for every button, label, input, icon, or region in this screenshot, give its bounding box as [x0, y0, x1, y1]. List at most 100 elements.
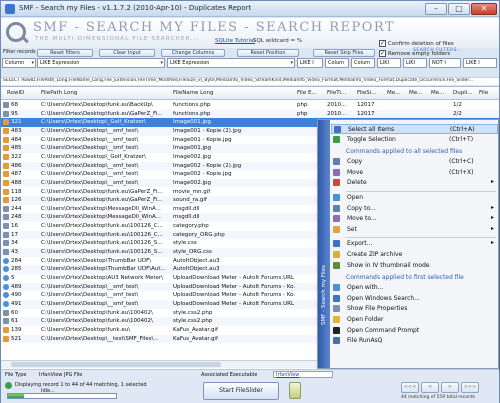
cell-rowid: 126 — [11, 197, 22, 204]
context-menu-side-text: SMF - Search my Files — [321, 265, 327, 325]
menu-item-open-command-prompt[interactable]: Open Command Prompt — [331, 326, 498, 336]
move-to-icon — [333, 215, 340, 223]
associated-executable-field[interactable]: IrfanView — [273, 371, 333, 378]
file-type-value: IrfanView JPG File — [39, 372, 83, 378]
menu-item-open-windows-search[interactable]: Open Windows Search... — [331, 294, 498, 304]
reset-filters-button[interactable]: Reset filters — [37, 49, 93, 57]
menu-item-label: Set — [347, 225, 357, 233]
menu-item-label: Copy — [347, 158, 363, 166]
url-file-icon — [3, 266, 9, 273]
clear-input-button[interactable]: Clear Input — [99, 49, 155, 57]
reset-skip-files-button[interactable]: Reset Skip Files — [313, 49, 375, 57]
menu-item-export[interactable]: Export... ▸ — [331, 239, 498, 249]
like-expression-dropdown-2[interactable]: LIKE Expression ▾ — [167, 58, 295, 68]
previous-page-button[interactable]: < — [421, 382, 439, 393]
menu-item-set[interactable]: Set ▸ — [331, 225, 498, 235]
column-dropdown[interactable]: Column ▾ — [2, 58, 36, 68]
like-dropdown-7[interactable]: LIKI — [403, 58, 427, 68]
chevron-down-icon: ▾ — [290, 60, 293, 66]
cell-filename: Image001 - Kopie (2).jpg — [173, 127, 242, 134]
start-fileslider-button[interactable]: Start FileSlider — [203, 382, 279, 400]
column-header-filesize[interactable]: FileSi... — [357, 90, 385, 96]
menu-item-label: Toggle Selection — [347, 135, 396, 143]
menu-item-move-to[interactable]: Move to... ▸ — [331, 214, 498, 224]
not-like-dropdown[interactable]: NOT I — [429, 58, 461, 68]
menu-item-label: File RunAsQ — [347, 337, 383, 345]
last-page-button[interactable]: >>> — [461, 382, 479, 393]
reset-position-button[interactable]: Reset Position — [237, 49, 299, 57]
menu-item-open-folder[interactable]: Open Folder — [331, 315, 498, 325]
cell-rowid: 484 — [11, 136, 22, 143]
horizontal-scrollbar-thumb[interactable] — [11, 362, 221, 367]
cell-rowid: 244 — [11, 205, 22, 212]
column-header-rowid[interactable]: RowID — [7, 90, 35, 96]
maximize-button[interactable]: □ — [448, 3, 470, 15]
cell-rowid: 321 — [11, 119, 22, 126]
minimize-button[interactable]: – — [425, 3, 447, 15]
menu-item-copy[interactable]: Copy (Ctrl+C) — [331, 157, 498, 167]
column-header-media-2[interactable]: Me... — [409, 90, 429, 96]
url-file-icon — [3, 257, 9, 264]
menu-item-delete[interactable]: Delete ▸ — [331, 178, 498, 188]
menu-item-show-file-properties[interactable]: Show File Properties — [331, 304, 498, 314]
column-header-filename[interactable]: FileName Long — [173, 90, 293, 96]
column-header-media-3[interactable]: Me... — [431, 90, 451, 96]
chevron-down-icon: ▾ — [31, 60, 34, 66]
column-header-duplicate[interactable]: Dupli... — [453, 90, 477, 96]
menu-item-create-zip-archive[interactable]: Create ZIP archive — [331, 250, 498, 260]
image-file-icon — [3, 136, 9, 143]
cell-filepath: C:\Users\Ortex\Desktop\__smf_test\ — [41, 171, 139, 178]
menu-item-move[interactable]: Move (Ctrl+X) — [331, 168, 498, 178]
table-row[interactable]: 95 C:\Users\Ortex\Desktop\funk.eu\GaPerZ_… — [1, 109, 499, 119]
cell-filepath: C:\Users\Ortex\Desktop\funk.eu\GaPerZ_Fi… — [41, 188, 163, 195]
associated-executable-value[interactable]: IrfanView — [276, 372, 299, 378]
first-page-button[interactable]: <<< — [401, 382, 419, 393]
menu-item-select-all-items[interactable]: Select all Items (Ctrl+A) — [331, 124, 498, 134]
column-header-file[interactable]: File — [479, 90, 497, 96]
like-expression-value-2: LIKE Expression — [170, 60, 210, 66]
cell-rowid: 485 — [11, 145, 22, 152]
menu-item-show-in-iv-thumbnail-mode[interactable]: Show in IV thumbnail mode — [331, 261, 498, 271]
column-header-media-1[interactable]: Me... — [387, 90, 407, 96]
filter-dropdown-row: Column ▾ LIKE Expression ▾ LIKE Expression… — [1, 58, 499, 69]
like-dropdown-3[interactable]: LIKE I — [297, 58, 323, 68]
image-file-icon — [3, 153, 9, 160]
cell-filepath: C:\Users\Ortex\Desktop\funk.eu\BackUp\ — [41, 102, 153, 108]
column-dropdown-5[interactable]: Colum — [351, 58, 375, 68]
like-expression-dropdown-1[interactable]: LIKE Expression ▾ — [37, 58, 165, 68]
menu-item-open[interactable]: Open — [331, 193, 498, 203]
cell-rowid: 61 — [11, 318, 18, 325]
column-dropdown-value: Column — [5, 60, 25, 66]
like-dropdown-6[interactable]: LIKI — [377, 58, 401, 68]
change-columns-button[interactable]: Change Columns — [161, 49, 225, 57]
document-file-icon — [3, 318, 9, 325]
menu-item-label: Move — [347, 168, 364, 176]
close-button[interactable]: ✕ — [471, 3, 497, 15]
document-file-icon — [3, 240, 9, 247]
confirm-deletion-checkbox[interactable]: ✓ — [379, 40, 386, 47]
cell-filename: Image002.jpg — [173, 179, 211, 186]
menu-item-open-with[interactable]: Open with... — [331, 283, 498, 293]
cell-filename: KaFus_Avatar.gif — [173, 335, 218, 342]
filter-toolbar: Filter records Reset filters Clear Input… — [1, 48, 499, 58]
column-header-filepath[interactable]: FilePath Long — [41, 90, 161, 96]
cell-filepath: C:\Users\Ortex\Desktop\AU3 Network Meter… — [41, 275, 164, 281]
column-dropdown-4[interactable]: Colum — [325, 58, 349, 68]
sqlite-tutorial-link[interactable]: SQLite Tutorial — [215, 38, 255, 44]
image-file-icon — [3, 162, 9, 169]
open-icon — [333, 194, 340, 201]
table-row[interactable]: 68 C:\Users\Ortex\Desktop\funk.eu\BackUp\… — [1, 101, 499, 110]
context-menu-side-band: SMF - Search my Files — [318, 120, 330, 368]
menu-item-file-runasq[interactable]: File RunAsQ — [331, 336, 498, 346]
cell-filepath: C:\Users\Ortex\Desktop\MessageDll_WinA..… — [41, 205, 161, 212]
confirm-deletion-label: Confirm deletion of files — [388, 41, 454, 47]
cell-filename: msgdll.dll — [173, 214, 200, 221]
next-page-button[interactable]: > — [441, 382, 459, 393]
like-dropdown-9[interactable]: LIKE I — [463, 58, 497, 68]
column-header-filetime[interactable]: FileTi... — [327, 90, 355, 96]
menu-item-toggle-selection[interactable]: Toggle Selection (Ctrl+T) — [331, 135, 498, 145]
grid-header: RowID FilePath Long FileName Long File E… — [1, 87, 499, 100]
column-header-extension[interactable]: File E... — [297, 90, 323, 96]
menu-item-copy-to[interactable]: Copy to... ▸ — [331, 204, 498, 214]
recycle-bin-icon[interactable] — [289, 382, 301, 399]
